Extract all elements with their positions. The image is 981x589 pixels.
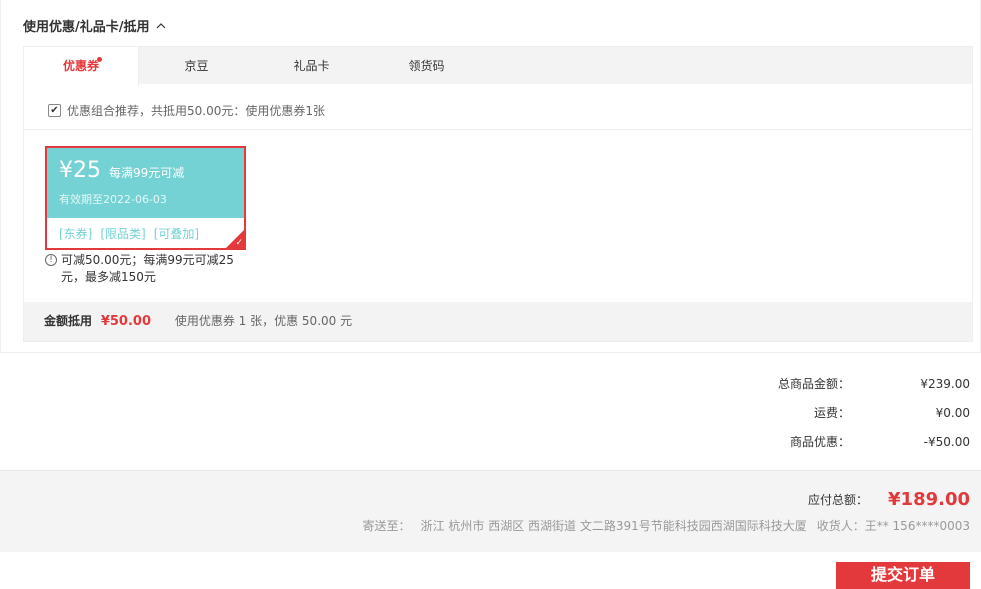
discount-section-header[interactable]: 使用优惠/礼品卡/抵用 — [23, 16, 166, 35]
shipping-label: 寄送至： — [362, 519, 411, 533]
total-value: ¥0.00 — [935, 406, 970, 420]
summary-label: 金额抵用 — [44, 314, 93, 328]
info-icon: ! — [45, 254, 57, 266]
total-row-goods: 总商品金额： ¥239.00 — [670, 376, 970, 405]
divider — [24, 129, 972, 130]
tab-jingdou[interactable]: 京豆 — [139, 47, 254, 85]
coupon-header: ¥25 每满99元可减 有效期至2022-06-03 — [47, 148, 244, 218]
tab-redeem-code[interactable]: 领货码 — [369, 47, 484, 85]
tab-label: 礼品卡 — [293, 59, 330, 73]
chevron-up-icon[interactable] — [156, 21, 166, 31]
tab-gift-card[interactable]: 礼品卡 — [254, 47, 369, 85]
submit-order-button[interactable]: 提交订单 — [836, 562, 970, 589]
payable-row: 应付总额： ¥189.00 — [808, 489, 970, 510]
recommend-checkbox[interactable]: ✔ — [48, 104, 61, 117]
receiver-text: 收货人：王** 156****0003 — [816, 519, 970, 533]
total-value: ¥239.00 — [920, 377, 970, 391]
summary-text: 使用优惠券 1 张，优惠 50.00 元 — [174, 314, 353, 328]
check-icon: ✓ — [235, 238, 243, 248]
coupon-tag: [东券] — [59, 227, 93, 241]
total-label: 运费： — [813, 406, 850, 420]
payable-value: ¥189.00 — [888, 489, 970, 510]
coupon-tags: [东券] [限品类] [可叠加] — [47, 218, 244, 242]
coupon-note-text: 可减50.00元；每满99元可减25元，最多减150元 — [61, 253, 234, 284]
tab-label: 京豆 — [184, 59, 209, 73]
summary-value: ¥50.00 — [100, 314, 152, 329]
coupon-card[interactable]: ¥25 每满99元可减 有效期至2022-06-03 [东券] [限品类] [可… — [45, 146, 246, 250]
payable-label: 应付总额： — [808, 493, 869, 507]
total-value: -¥50.00 — [923, 435, 970, 449]
coupon-tag: [限品类] — [100, 227, 146, 241]
coupon-note: ! 可减50.00元；每满99元可减25元，最多减150元 — [45, 252, 245, 286]
recommend-text: 优惠组合推荐，共抵用50.00元：使用优惠券1张 — [67, 104, 325, 118]
discount-tabs: 优惠券 京豆 礼品卡 领货码 — [23, 46, 973, 86]
recommend-option[interactable]: ✔ 优惠组合推荐，共抵用50.00元：使用优惠券1张 — [48, 102, 325, 119]
coupon-amount-row: ¥25 每满99元可减 — [59, 158, 244, 183]
total-row-discount: 商品优惠： -¥50.00 — [670, 434, 970, 463]
tab-label: 领货码 — [408, 59, 445, 73]
tab-label: 优惠券 — [62, 59, 99, 73]
total-label: 总商品金额： — [777, 377, 850, 391]
coupon-content: ✔ 优惠组合推荐，共抵用50.00元：使用优惠券1张 ¥25 每满99元可减 有… — [23, 84, 973, 342]
total-label: 商品优惠： — [789, 435, 850, 449]
coupon-validity: 有效期至2022-06-03 — [59, 193, 167, 206]
discount-panel: 使用优惠/礼品卡/抵用 优惠券 京豆 礼品卡 领货码 ✔ 优惠组合推荐，共抵用5… — [0, 0, 981, 353]
section-title: 使用优惠/礼品卡/抵用 — [23, 20, 150, 35]
address-text: 浙江 杭州市 西湖区 西湖街道 文二路391号节能科技园西湖国际科技大厦 — [420, 519, 807, 533]
coupon-amount: ¥25 — [59, 158, 101, 183]
notification-dot — [97, 57, 102, 62]
coupon-tag: [可叠加] — [153, 227, 200, 241]
shipping-address: 寄送至： 浙江 杭州市 西湖区 西湖街道 文二路391号节能科技园西湖国际科技大… — [363, 517, 970, 534]
order-footer: 应付总额： ¥189.00 寄送至： 浙江 杭州市 西湖区 西湖街道 文二路39… — [0, 470, 981, 552]
total-row-shipping: 运费： ¥0.00 — [670, 405, 970, 434]
tab-coupons[interactable]: 优惠券 — [24, 47, 139, 86]
order-totals: 总商品金额： ¥239.00 运费： ¥0.00 商品优惠： -¥50.00 — [670, 376, 970, 463]
discount-summary: 金额抵用 ¥50.00 使用优惠券 1 张，优惠 50.00 元 — [24, 302, 972, 341]
coupon-condition: 每满99元可减 — [109, 166, 185, 180]
